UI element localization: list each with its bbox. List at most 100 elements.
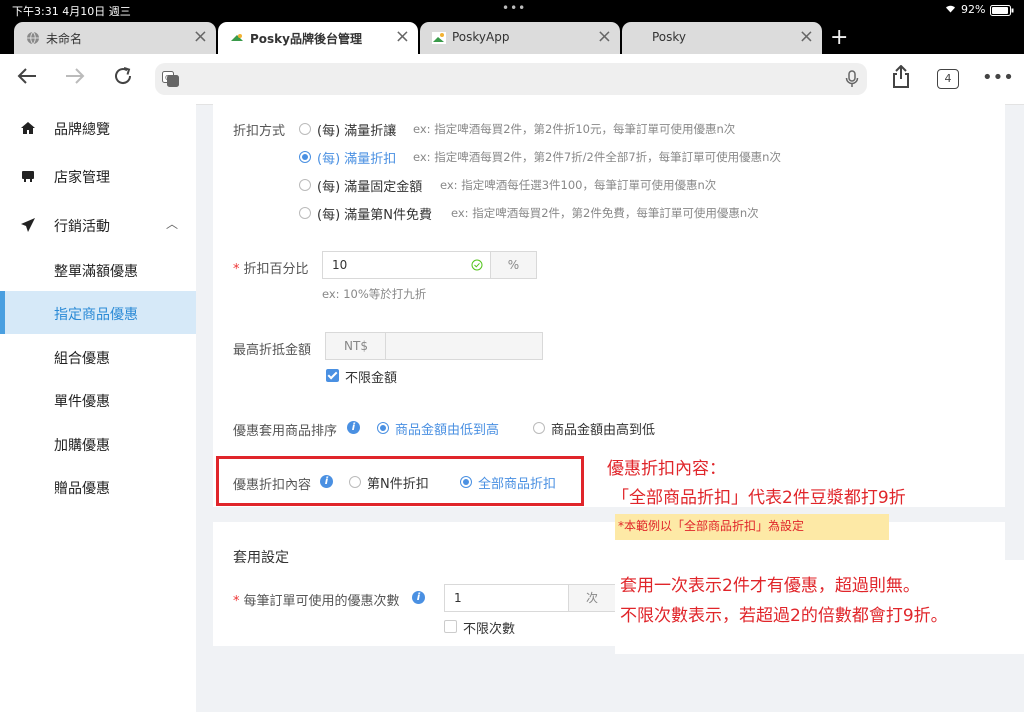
globe-icon bbox=[27, 31, 39, 45]
close-tab-icon[interactable]: × bbox=[193, 26, 208, 48]
method-radio-3[interactable] bbox=[299, 179, 311, 191]
highlight-box bbox=[216, 456, 584, 506]
poskyapp-logo-icon bbox=[432, 32, 446, 44]
new-tab-button[interactable]: + bbox=[830, 24, 848, 52]
method-hint: ex: 指定啤酒每買2件，第2件7折/2件全部7折，每筆訂單可使用優惠n次 bbox=[413, 150, 781, 164]
multitask-dots[interactable]: ••• bbox=[502, 1, 526, 15]
sort-radio-high-to-low[interactable] bbox=[533, 422, 545, 434]
usage-times-input[interactable]: 1 bbox=[444, 584, 570, 612]
tab-label: 未命名 bbox=[46, 32, 83, 46]
battery-percent: 92% bbox=[961, 3, 986, 16]
sidebar-item-addon-discount[interactable]: 加購優惠 bbox=[0, 422, 196, 465]
sidebar-item-label: 加購優惠 bbox=[54, 438, 110, 454]
status-time-date: 下午3:31 4月10日 週三 bbox=[12, 5, 131, 18]
sidebar: 品牌總覽 店家管理 行銷活動 ︿ 整單滿額優惠 指定商品優惠 組合優惠 單件優惠… bbox=[0, 104, 196, 712]
unlimited-amount-label[interactable]: 不限金額 bbox=[345, 367, 397, 386]
sidebar-item-label: 組合優惠 bbox=[54, 351, 110, 367]
microphone-icon[interactable] bbox=[845, 70, 859, 88]
method-radio-4[interactable] bbox=[299, 207, 311, 219]
sidebar-item-marketing[interactable]: 行銷活動 ︿ bbox=[0, 203, 196, 247]
discount-percent-hint: ex: 10%等於打九折 bbox=[322, 287, 427, 301]
reload-icon[interactable] bbox=[110, 65, 136, 91]
posky-logo-icon bbox=[231, 34, 243, 41]
tab-label: PoskyApp bbox=[452, 30, 510, 44]
method-radio-1[interactable] bbox=[299, 123, 311, 135]
unlimited-times-label[interactable]: 不限次數 bbox=[463, 618, 515, 637]
times-unit-addon: 次 bbox=[568, 584, 616, 612]
annotation-note: *本範例以「全部商品折扣」為設定 bbox=[615, 514, 889, 540]
tab-posky-brand-admin[interactable]: Posky品牌後台管理 × bbox=[218, 22, 418, 54]
close-tab-icon[interactable]: × bbox=[395, 26, 410, 48]
sidebar-item-store-management[interactable]: 店家管理 bbox=[0, 154, 196, 198]
sidebar-item-label: 行銷活動 bbox=[54, 219, 110, 235]
sidebar-item-label: 贈品優惠 bbox=[54, 481, 110, 497]
discount-percent-label: * 折扣百分比 bbox=[233, 262, 309, 277]
unlimited-amount-checkbox[interactable] bbox=[326, 369, 339, 382]
battery-icon bbox=[990, 5, 1014, 19]
method-radio-2[interactable] bbox=[299, 151, 311, 163]
annotation-explanation: 「全部商品折扣」代表2件豆漿都打9折 bbox=[612, 488, 906, 508]
currency-prefix: NT$ bbox=[325, 332, 387, 360]
discount-percent-value: 10 bbox=[332, 258, 348, 272]
usage-times-value: 1 bbox=[454, 591, 462, 605]
sort-label: 優惠套用商品排序 bbox=[233, 424, 338, 439]
method-option-label[interactable]: (每) 滿量第N件免費 bbox=[317, 204, 432, 223]
close-tab-icon[interactable]: × bbox=[597, 26, 612, 48]
annotation-apply-once: 套用一次表示2件才有優惠，超過則無。 bbox=[620, 576, 920, 596]
forward-icon[interactable] bbox=[62, 65, 88, 91]
translate-icon[interactable]: G bbox=[162, 71, 179, 87]
discount-percent-input[interactable]: 10 bbox=[322, 251, 492, 279]
apply-settings-title: 套用設定 bbox=[233, 550, 289, 566]
tab-poskyapp[interactable]: PoskyApp × bbox=[420, 22, 620, 54]
sidebar-item-label: 指定商品優惠 bbox=[54, 307, 138, 323]
sort-radio-low-to-high[interactable] bbox=[377, 422, 389, 434]
sidebar-item-single-item-discount[interactable]: 單件優惠 bbox=[0, 378, 196, 421]
method-hint: ex: 指定啤酒每任選3件100，每筆訂單可使用優惠n次 bbox=[440, 178, 717, 192]
tab-label: Posky品牌後台管理 bbox=[250, 32, 362, 46]
sidebar-item-label: 店家管理 bbox=[54, 170, 110, 186]
svg-text:G: G bbox=[165, 74, 170, 82]
info-icon[interactable]: i bbox=[347, 421, 360, 434]
method-option-label[interactable]: (每) 滿量折扣 bbox=[317, 148, 396, 167]
sidebar-item-brand-overview[interactable]: 品牌總覽 bbox=[0, 106, 196, 150]
method-hint: ex: 指定啤酒每買2件，第2件免費，每筆訂單可使用優惠n次 bbox=[451, 206, 759, 220]
send-icon bbox=[21, 218, 35, 232]
percent-unit-addon: % bbox=[490, 251, 537, 279]
tab-label: Posky bbox=[652, 30, 687, 44]
close-tab-icon[interactable]: × bbox=[799, 26, 814, 48]
sidebar-item-order-threshold-discount[interactable]: 整單滿額優惠 bbox=[0, 248, 196, 291]
method-option-label[interactable]: (每) 滿量折讓 bbox=[317, 120, 396, 139]
address-bar[interactable]: G bbox=[155, 63, 867, 95]
sidebar-item-specified-product-discount[interactable]: 指定商品優惠 bbox=[0, 291, 196, 334]
sidebar-item-label: 品牌總覽 bbox=[54, 122, 110, 138]
tab-count-button[interactable]: 4 bbox=[937, 69, 959, 89]
usage-times-label: * 每筆訂單可使用的優惠次數 bbox=[233, 594, 400, 609]
browser-toolbar: G 4 ••• bbox=[0, 54, 1024, 105]
sort-option-label[interactable]: 商品金額由高到低 bbox=[551, 419, 655, 438]
method-option-label[interactable]: (每) 滿量固定金額 bbox=[317, 176, 422, 195]
store-icon bbox=[22, 171, 34, 182]
wifi-icon bbox=[944, 3, 957, 16]
sort-option-label[interactable]: 商品金額由低到高 bbox=[395, 419, 499, 438]
check-circle-icon bbox=[471, 259, 483, 271]
annotation-title: 優惠折扣內容： bbox=[607, 459, 726, 479]
info-icon[interactable]: i bbox=[412, 591, 425, 604]
browser-topbar: 下午3:31 4月10日 週三 ••• 92% 未命名 × Posky品牌後台管… bbox=[0, 0, 1024, 54]
max-discount-input[interactable] bbox=[385, 332, 543, 360]
more-menu-icon[interactable]: ••• bbox=[982, 65, 1014, 91]
method-hint: ex: 指定啤酒每買2件，第2件折10元，每筆訂單可使用優惠n次 bbox=[413, 122, 736, 136]
annotation-unlimited: 不限次數表示，若超過2的倍數都會打9折。 bbox=[620, 606, 948, 626]
home-icon bbox=[21, 122, 35, 134]
unlimited-times-checkbox[interactable] bbox=[444, 620, 457, 633]
tab-untitled[interactable]: 未命名 × bbox=[14, 22, 216, 54]
discount-method-label: 折扣方式 bbox=[233, 124, 286, 139]
sidebar-item-label: 整單滿額優惠 bbox=[54, 264, 138, 280]
sidebar-item-label: 單件優惠 bbox=[54, 394, 110, 410]
chevron-up-icon: ︿ bbox=[166, 217, 179, 231]
sidebar-item-gift-discount[interactable]: 贈品優惠 bbox=[0, 465, 196, 508]
max-discount-label: 最高折抵金額 bbox=[233, 343, 312, 358]
tab-posky[interactable]: Posky × bbox=[622, 22, 822, 54]
back-icon[interactable] bbox=[14, 65, 40, 91]
sidebar-item-bundle-discount[interactable]: 組合優惠 bbox=[0, 335, 196, 378]
share-icon[interactable] bbox=[888, 64, 914, 91]
